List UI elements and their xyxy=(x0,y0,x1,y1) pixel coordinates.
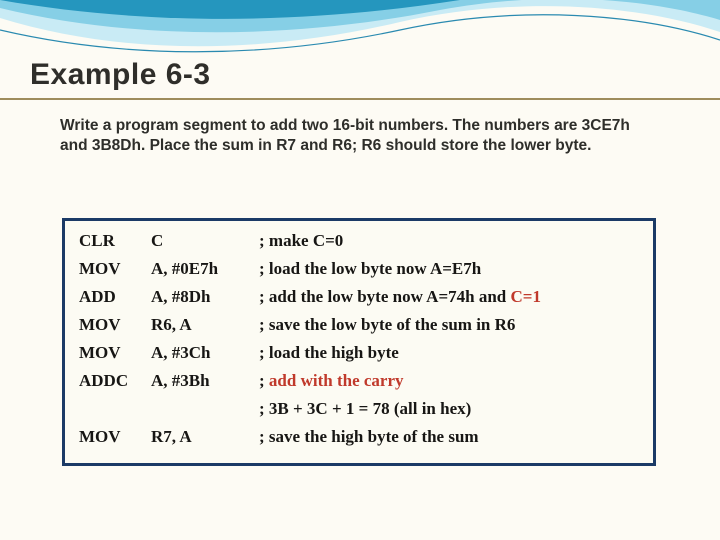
mnemonic: ADD xyxy=(79,287,151,307)
operand: A, #3Bh xyxy=(151,371,259,391)
operand: R6, A xyxy=(151,315,259,335)
code-line: ADDC A, #3Bh ; add with the carry xyxy=(79,371,639,391)
code-line: ADD A, #8Dh ; add the low byte now A=74h… xyxy=(79,287,639,307)
code-line: MOV R6, A ; save the low byte of the sum… xyxy=(79,315,639,335)
comment: ; add with the carry xyxy=(259,371,404,391)
comment: ; save the high byte of the sum xyxy=(259,427,479,447)
slide-title: Example 6-3 xyxy=(30,58,211,92)
carry-highlight: C=1 xyxy=(511,287,541,306)
comment: ; make C=0 xyxy=(259,231,343,251)
code-line: MOV A, #0E7h ; load the low byte now A=E… xyxy=(79,259,639,279)
carry-highlight: add with the carry xyxy=(269,371,404,390)
comment-text: ; xyxy=(259,371,269,390)
mnemonic: MOV xyxy=(79,315,151,335)
comment: ; load the high byte xyxy=(259,343,399,363)
mnemonic: CLR xyxy=(79,231,151,251)
operand: A, #0E7h xyxy=(151,259,259,279)
comment-text: ; add the low byte now A=74h and xyxy=(259,287,511,306)
mnemonic: MOV xyxy=(79,427,151,447)
code-line: CLR C ; make C=0 xyxy=(79,231,639,251)
mnemonic: MOV xyxy=(79,343,151,363)
title-underline xyxy=(0,98,720,100)
operand: A, #3Ch xyxy=(151,343,259,363)
problem-description: Write a program segment to add two 16-bi… xyxy=(60,116,640,156)
code-listing: CLR C ; make C=0 MOV A, #0E7h ; load the… xyxy=(62,218,656,466)
comment: ; save the low byte of the sum in R6 xyxy=(259,315,515,335)
slide: Example 6-3 Write a program segment to a… xyxy=(0,0,720,540)
comment: ; add the low byte now A=74h and C=1 xyxy=(259,287,541,307)
code-line: MOV R7, A ; save the high byte of the su… xyxy=(79,427,639,447)
comment: ; load the low byte now A=E7h xyxy=(259,259,481,279)
inline-note: ; 3B + 3C + 1 = 78 (all in hex) xyxy=(259,399,639,419)
mnemonic: ADDC xyxy=(79,371,151,391)
operand: A, #8Dh xyxy=(151,287,259,307)
code-line: MOV A, #3Ch ; load the high byte xyxy=(79,343,639,363)
operand: R7, A xyxy=(151,427,259,447)
operand: C xyxy=(151,231,259,251)
mnemonic: MOV xyxy=(79,259,151,279)
